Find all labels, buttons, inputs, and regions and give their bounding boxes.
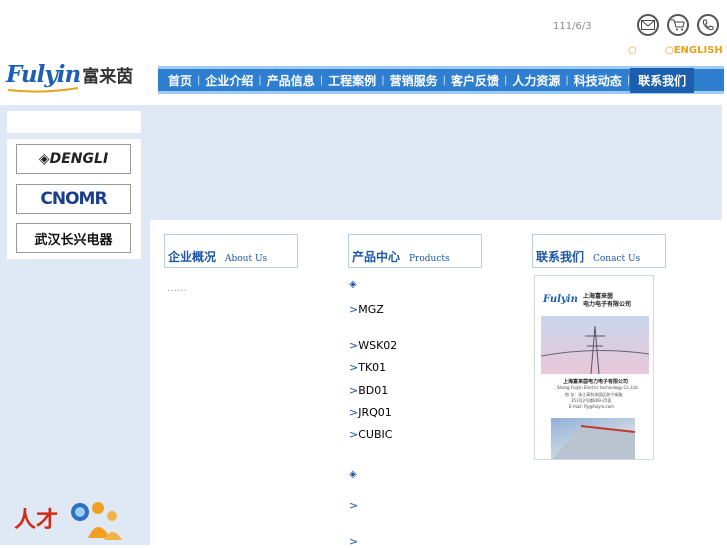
arrow-glyph: > (349, 406, 359, 419)
lang-english-link[interactable]: ○ENGLISH (665, 45, 723, 56)
arrow-glyph: > (349, 535, 359, 548)
arrow-glyph: > (349, 499, 359, 512)
card-email: E-mail: fly@fulyin.com (569, 404, 614, 409)
product-category-1[interactable]: ◈ (349, 279, 357, 290)
product-item[interactable]: >CUBIC (349, 428, 392, 441)
arrow-glyph: > (349, 428, 359, 441)
nav-products[interactable]: 产品信息 (262, 72, 320, 89)
brand-dengli[interactable]: ◈DENGLI (16, 144, 131, 174)
nav-hr[interactable]: 人力资源 (507, 72, 565, 89)
contact-heading: 联系我们 Conact Us (532, 234, 666, 268)
nav-home[interactable]: 首页 (158, 72, 197, 89)
products-heading-en: Products (409, 254, 450, 264)
arrow-glyph: > (349, 339, 359, 352)
nav-contact[interactable]: 联系我们 (630, 67, 695, 93)
brand-dengli-label: ◈DENGLI (38, 151, 109, 167)
date-label: 111/6/3 (553, 21, 592, 32)
product-item[interactable]: >JRQ01 (349, 406, 392, 419)
product-item[interactable]: > (349, 535, 358, 548)
product-category-2[interactable]: ◈ (349, 469, 357, 480)
site-logo[interactable]: Fulyin 富来茵 (6, 61, 156, 95)
nav-service[interactable]: 营销服务 (385, 72, 443, 89)
card-company-small: 上海富来茵电力电子有限公司 (563, 379, 629, 385)
cart-icon[interactable] (667, 14, 689, 36)
logo-english: Fulyin (6, 61, 81, 88)
about-heading-en: About Us (225, 254, 268, 264)
card-en: Shang Fulyin Electric technology Co.,Ltd… (557, 385, 639, 390)
nav-feedback[interactable]: 客户反馈 (446, 72, 504, 89)
card-logo: Fulyin (543, 294, 578, 305)
card-building-photo (551, 418, 636, 459)
brand-cnomr[interactable]: CNOMR (16, 184, 131, 214)
product-item[interactable]: >TK01 (349, 361, 386, 374)
nav-about[interactable]: 企业介绍 (200, 72, 258, 89)
brand-cnomr-label: CNOMR (40, 189, 107, 209)
recruit-label: 人才 (14, 507, 59, 533)
brand-list: ◈DENGLI CNOMR 武汉长兴电器 (7, 139, 141, 259)
main-nav: 首页 | 企业介绍 | 产品信息 | 工程案例 | 营销服务 | 客户反馈 | … (158, 66, 724, 94)
arrow-glyph: > (349, 384, 359, 397)
card-photo (540, 316, 650, 375)
about-heading: 企业概况 About Us (164, 234, 298, 268)
nav-tech[interactable]: 科技动态 (569, 72, 627, 89)
logo-chinese: 富来茵 (82, 67, 134, 87)
mail-icon[interactable] (637, 14, 659, 36)
brand-wuhan-label: 武汉长兴电器 (34, 232, 113, 248)
brand-wuhan[interactable]: 武汉长兴电器 (16, 223, 131, 253)
card-company: 上海富来茵 电力电子有限公司 (583, 293, 632, 308)
about-more-link[interactable]: …… (167, 283, 187, 294)
nav-cases[interactable]: 工程案例 (323, 72, 381, 89)
contact-heading-cn: 联系我们 (536, 250, 585, 264)
main-banner-panel (150, 105, 722, 220)
people-icon (71, 502, 122, 540)
product-item[interactable]: >MGZ (349, 302, 439, 317)
sidebar-title (7, 111, 141, 133)
about-heading-cn: 企业概况 (168, 250, 217, 264)
contact-card-image[interactable]: Fulyin 上海富来茵 电力电子有限公司 上海富来茵电力电子有限公司 Shan… (534, 275, 654, 460)
about-text: …… (167, 279, 315, 299)
contact-heading-en: Conact Us (593, 254, 641, 264)
arrow-glyph: > (349, 303, 359, 316)
product-item[interactable]: >WSK02 (349, 339, 397, 352)
lang-chinese-link[interactable]: ○ (628, 45, 637, 56)
products-heading-cn: 产品中心 (352, 250, 401, 264)
arrow-glyph: > (349, 361, 359, 374)
product-item[interactable]: >BD01 (349, 384, 388, 397)
phone-icon[interactable] (697, 14, 719, 36)
recruit-banner[interactable]: 人才 (12, 498, 124, 542)
products-heading: 产品中心 Products (348, 234, 482, 268)
product-item[interactable]: > (349, 499, 358, 512)
